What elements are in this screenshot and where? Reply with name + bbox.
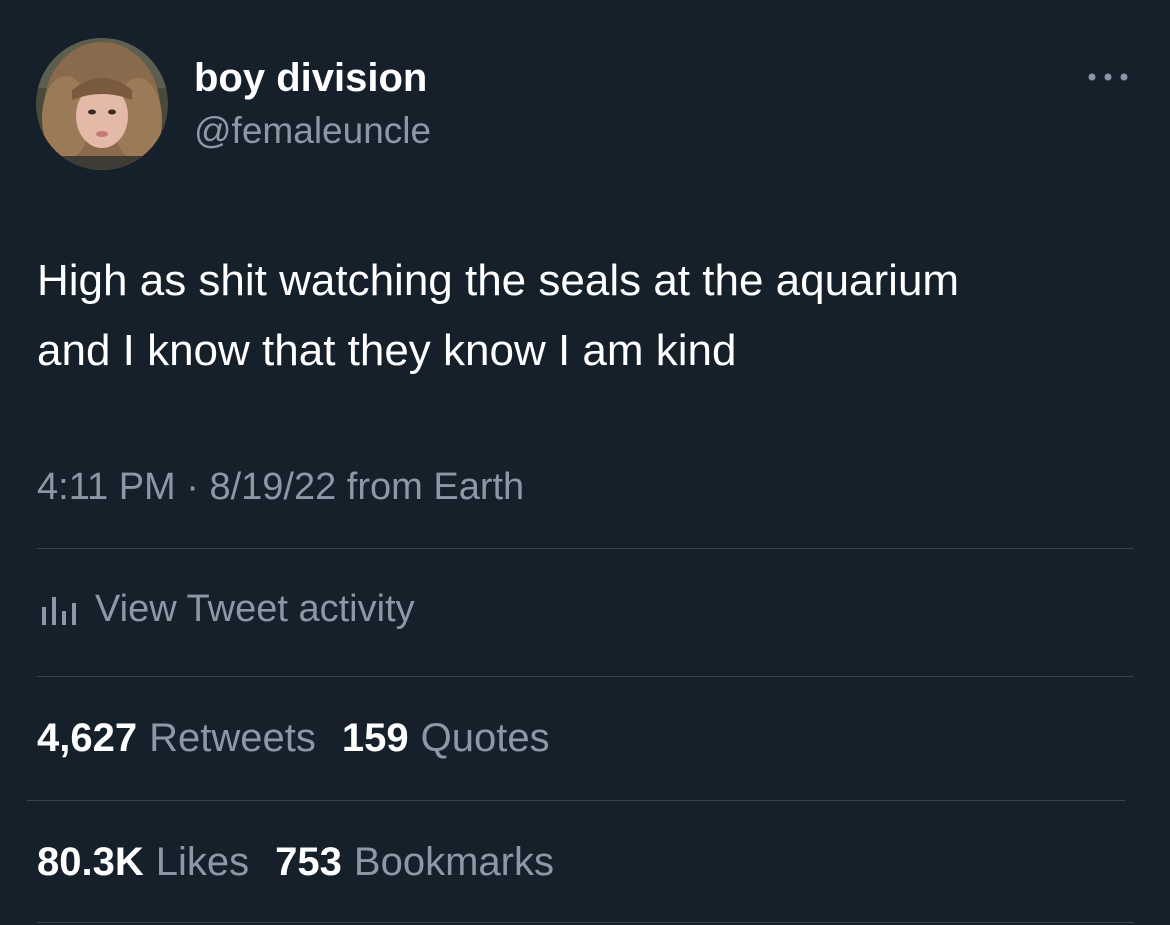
tweet-timestamp[interactable]: 4:11 PM · 8/19/22 from Earth — [37, 462, 524, 512]
user-handle[interactable]: @femaleuncle — [194, 106, 431, 156]
quotes-count: 159 — [341, 716, 409, 760]
bookmarks-label: Bookmarks — [353, 840, 554, 884]
retweets-label: Retweets — [149, 716, 316, 760]
avatar[interactable] — [36, 38, 168, 170]
likes-label: Likes — [155, 840, 250, 884]
bookmarks-stat[interactable]: 753 Bookmarks — [275, 836, 554, 888]
engagement-stats-row: 4,627 Retweets 159 Quotes — [37, 712, 576, 764]
divider — [37, 922, 1134, 923]
tweet-text-line: High as shit watching the seals at the a… — [37, 256, 960, 305]
more-horizontal-icon — [1088, 73, 1128, 81]
retweets-count: 4,627 — [37, 716, 138, 760]
view-tweet-activity-label: View Tweet activity — [95, 588, 415, 630]
bookmarks-count: 753 — [275, 840, 342, 884]
view-tweet-activity-link[interactable]: View Tweet activity — [37, 584, 415, 634]
tweet-text-line: and I know that they know I am kind — [37, 326, 737, 375]
divider — [37, 676, 1134, 677]
avatar-image — [36, 38, 168, 170]
quotes-label: Quotes — [420, 716, 550, 760]
retweets-stat[interactable]: 4,627 Retweets — [37, 712, 316, 764]
more-options-button[interactable] — [1080, 60, 1136, 94]
bar-chart-icon — [42, 597, 76, 625]
likes-count: 80.3K — [37, 840, 144, 884]
display-name[interactable]: boy division — [194, 52, 427, 104]
tweet-text: High as shit watching the seals at the a… — [37, 246, 1137, 386]
quotes-stat[interactable]: 159 Quotes — [342, 712, 550, 764]
engagement-stats-row: 80.3K Likes 753 Bookmarks — [37, 836, 580, 888]
likes-stat[interactable]: 80.3K Likes — [37, 836, 249, 888]
divider — [37, 548, 1134, 549]
divider — [27, 800, 1125, 801]
